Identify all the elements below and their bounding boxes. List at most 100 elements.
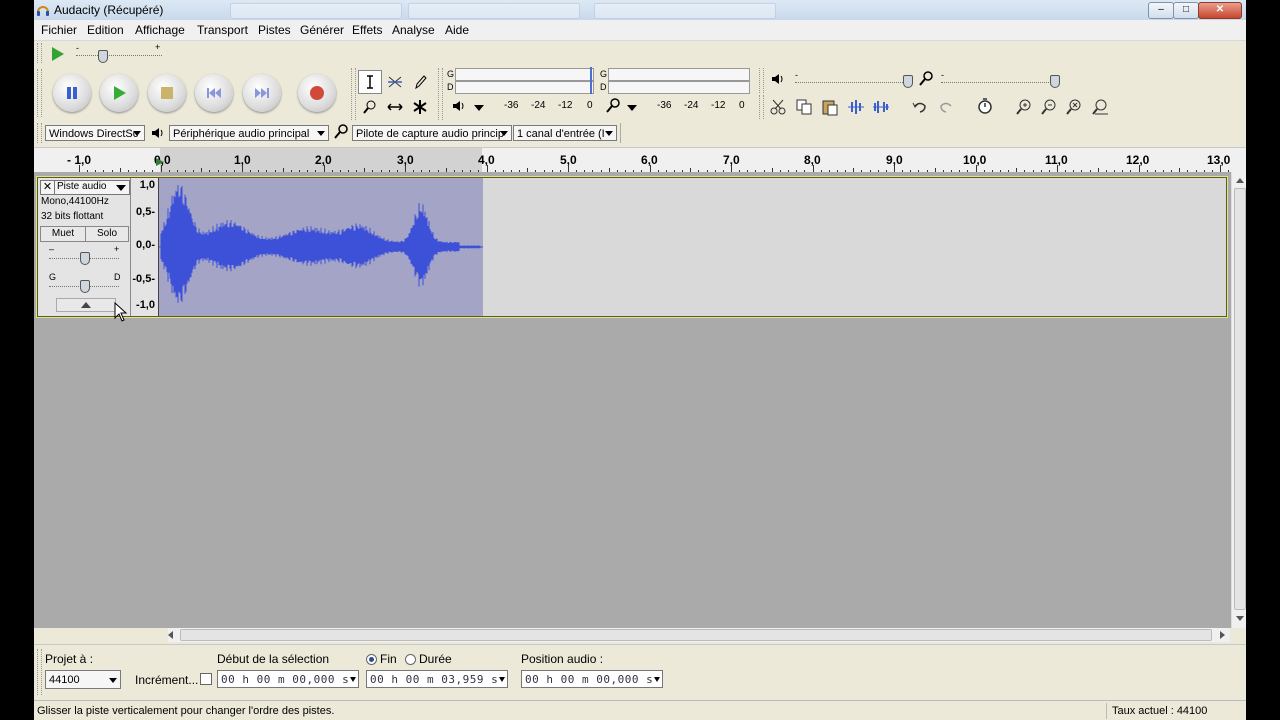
speed-slider-track[interactable] <box>76 55 162 57</box>
scroll-up-arrow-icon[interactable] <box>1236 178 1244 183</box>
selection-end-time[interactable]: 00 h 00 m 03,959 s <box>366 670 508 688</box>
scroll-left-arrow-icon[interactable] <box>168 631 173 639</box>
zoom-out-icon[interactable] <box>1040 98 1058 116</box>
toolbar-grip[interactable] <box>37 69 42 117</box>
background-window-tab <box>230 3 402 19</box>
draw-tool[interactable] <box>408 70 432 94</box>
audio-track[interactable]: ✕ Piste audio Mono,44100Hz 32 bits flott… <box>36 176 1228 318</box>
stop-button[interactable] <box>148 74 186 112</box>
output-volume-thumb[interactable] <box>903 75 913 88</box>
audio-host-select[interactable]: Windows DirectSc <box>45 125 145 141</box>
status-bar: Glisser la piste verticalement pour chan… <box>34 700 1246 720</box>
toolbars-area: - + G D G D -36 -24 -12 0 -36 -24 -12 0 … <box>34 41 1246 147</box>
pause-button[interactable] <box>53 74 91 112</box>
skip-to-end-button[interactable] <box>243 74 281 112</box>
menu-transport[interactable]: Transport <box>197 23 248 37</box>
minimize-button[interactable]: – <box>1148 2 1174 19</box>
speed-slider-thumb[interactable] <box>98 50 108 63</box>
record-scale-label: -12 <box>711 100 726 111</box>
record-button[interactable] <box>298 74 336 112</box>
end-radio[interactable] <box>366 654 377 665</box>
menu-effets[interactable]: Effets <box>352 23 382 37</box>
input-volume-track[interactable] <box>941 82 1053 84</box>
record-meter-right <box>608 81 750 94</box>
track-name: Piste audio <box>57 181 107 192</box>
menu-edition[interactable]: Edition <box>87 23 124 37</box>
timeline-ruler[interactable]: - 1,0 0,0 1,0 2,0 3,0 4,0 5,0 6,0 7,0 8,… <box>34 147 1246 174</box>
toolbar-grip[interactable] <box>37 43 42 63</box>
horizontal-scrollbar[interactable] <box>168 628 1230 642</box>
track-control-panel[interactable]: ✕ Piste audio Mono,44100Hz 32 bits flott… <box>38 178 131 316</box>
menu-pistes[interactable]: Pistes <box>258 23 291 37</box>
i-beam-icon <box>367 75 373 89</box>
multi-tool[interactable] <box>408 95 432 119</box>
input-channels-value: 1 canal d'entrée (I <box>517 128 605 140</box>
menu-affichage[interactable]: Affichage <box>135 23 185 37</box>
microphone-icon[interactable] <box>605 98 621 114</box>
playhead-marker-icon[interactable] <box>155 157 165 167</box>
silence-icon[interactable] <box>872 98 890 116</box>
vertical-scroll-thumb[interactable] <box>1234 188 1246 610</box>
pan-slider-thumb[interactable] <box>80 280 90 293</box>
background-window-tab <box>408 3 580 19</box>
sync-lock-icon[interactable] <box>976 97 994 115</box>
toolbar-grip[interactable] <box>438 68 443 120</box>
output-device-select[interactable]: Périphérique audio principal <box>169 125 329 141</box>
record-meter-menu-arrow[interactable] <box>627 105 637 111</box>
window-title: Audacity (Récupéré) <box>54 3 164 17</box>
collapse-track-button[interactable] <box>56 298 116 312</box>
output-volume-minus: - <box>795 70 798 80</box>
menu-aide[interactable]: Aide <box>445 23 469 37</box>
horizontal-scroll-thumb[interactable] <box>180 629 1212 641</box>
track-empty-area[interactable] <box>483 178 1226 316</box>
undo-icon[interactable] <box>911 98 929 116</box>
waveform-selection[interactable] <box>159 178 483 316</box>
gain-slider-thumb[interactable] <box>80 252 90 265</box>
input-device-value: Pilote de capture audio princip <box>356 128 504 140</box>
project-rate-select[interactable]: 44100 <box>45 670 121 689</box>
redo-icon[interactable] <box>937 98 955 116</box>
menu-fichier[interactable]: Fichier <box>41 23 77 37</box>
play-at-speed-icon[interactable] <box>50 46 66 62</box>
snap-to-checkbox[interactable] <box>200 673 212 685</box>
input-device-select[interactable]: Pilote de capture audio princip <box>352 125 512 141</box>
selection-tool[interactable] <box>358 70 382 94</box>
zoom-in-icon[interactable] <box>1015 98 1033 116</box>
track-menu-button[interactable]: Piste audio <box>54 180 130 195</box>
track-close-button[interactable]: ✕ <box>40 180 55 195</box>
mute-button[interactable]: Muet <box>40 226 86 242</box>
audio-position-time[interactable]: 00 h 00 m 00,000 s <box>521 670 663 688</box>
solo-button[interactable]: Solo <box>85 226 129 242</box>
snap-to-label: Incrément... <box>135 673 199 687</box>
fit-selection-icon[interactable] <box>1065 98 1083 116</box>
input-volume-thumb[interactable] <box>1050 75 1060 88</box>
input-channels-select[interactable]: 1 canal d'entrée (I <box>513 125 617 141</box>
menu-analyse[interactable]: Analyse <box>392 23 435 37</box>
toolbar-grip[interactable] <box>351 68 356 120</box>
length-radio[interactable] <box>405 654 416 665</box>
speaker-icon[interactable] <box>452 99 466 113</box>
fit-project-icon[interactable] <box>1091 98 1109 116</box>
toolbar-grip[interactable] <box>759 68 764 93</box>
copy-icon[interactable] <box>795 98 813 116</box>
scissors-icon[interactable] <box>769 98 787 116</box>
selection-start-time[interactable]: 00 h 00 m 00,000 s <box>217 670 359 688</box>
play-button[interactable] <box>100 74 138 112</box>
scroll-down-arrow-icon[interactable] <box>1236 616 1244 621</box>
toolbar-grip[interactable] <box>37 123 42 143</box>
maximize-button[interactable]: □ <box>1173 2 1199 19</box>
paste-icon[interactable] <box>821 98 839 116</box>
toolbar-grip[interactable] <box>37 649 42 695</box>
zoom-tool[interactable] <box>358 95 382 119</box>
timeshift-tool[interactable] <box>383 95 407 119</box>
output-volume-track[interactable] <box>795 82 905 84</box>
skip-to-start-button[interactable] <box>195 74 233 112</box>
toolbar-grip[interactable] <box>759 95 764 119</box>
vertical-scrollbar[interactable] <box>1231 172 1246 628</box>
envelope-tool[interactable] <box>383 70 407 94</box>
scroll-right-arrow-icon[interactable] <box>1220 631 1225 639</box>
trim-icon[interactable] <box>847 98 865 116</box>
close-button[interactable]: ✕ <box>1198 2 1242 19</box>
menu-generer[interactable]: Générer <box>300 23 344 37</box>
playback-meter-menu-arrow[interactable] <box>474 105 484 111</box>
